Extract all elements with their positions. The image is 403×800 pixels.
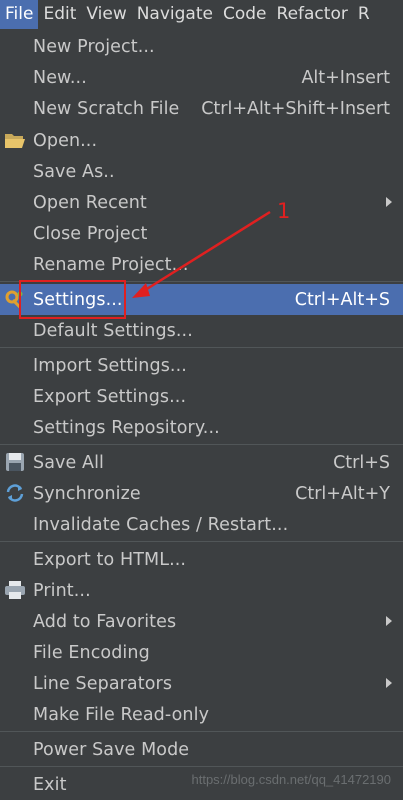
menu-item-export-settings[interactable]: Export Settings... [0,381,403,412]
menu-item-export-to-html[interactable]: Export to HTML... [0,544,403,575]
menu-navigate[interactable]: Navigate [132,0,218,29]
menu-item-rename-project[interactable]: Rename Project... [0,249,403,280]
submenu-arrow-icon [386,678,392,688]
submenu-arrow-icon [386,197,392,207]
submenu-arrow-icon [386,616,392,626]
watermark-text: https://blog.csdn.net/qq_41472190 [191,772,392,787]
synchronize-icon [4,483,26,503]
menu-item-label: Line Separators [33,673,173,694]
menu-item-label: Export to HTML... [33,549,187,570]
menu-item-label: New Project... [33,36,155,57]
menu-item-label: Synchronize [33,483,141,504]
menu-run[interactable]: R [353,0,375,29]
menu-separator [0,731,403,732]
save-disk-icon [4,452,26,472]
menu-item-label: Power Save Mode [33,739,190,760]
menu-edit[interactable]: Edit [38,0,81,29]
menu-item-make-read-only[interactable]: Make File Read-only [0,699,403,730]
menu-file[interactable]: File [0,0,39,29]
menu-item-label: Invalidate Caches / Restart... [33,514,289,535]
menu-item-label: Open Recent [33,192,147,213]
menu-item-label: Import Settings... [33,355,187,376]
menu-item-save-all[interactable]: Save All Ctrl+S [0,447,403,478]
shortcut-label: Ctrl+Alt+Y [295,483,390,504]
menu-item-new-project[interactable]: New Project... [0,31,403,62]
menu-code[interactable]: Code [218,0,272,29]
menu-item-label: Open... [33,130,98,151]
menu-item-label: Close Project [33,223,148,244]
annotation-number: 1 [277,199,291,223]
menu-view[interactable]: View [81,0,131,29]
menu-item-label: Add to Favorites [33,611,177,632]
menu-item-invalidate-caches[interactable]: Invalidate Caches / Restart... [0,509,403,540]
menu-separator [0,444,403,445]
menu-item-power-save-mode[interactable]: Power Save Mode [0,734,403,765]
menu-item-file-encoding[interactable]: File Encoding [0,637,403,668]
menu-item-label: Exit [33,774,67,795]
menu-item-label: New... [33,67,87,88]
menu-item-label: Export Settings... [33,386,187,407]
menu-item-open[interactable]: Open... [0,125,403,156]
menu-item-label: Default Settings... [33,320,193,341]
menu-separator [0,541,403,542]
menu-item-open-recent[interactable]: Open Recent [0,187,403,218]
menu-item-label: Make File Read-only [33,704,210,725]
printer-icon [4,580,26,600]
menu-item-import-settings[interactable]: Import Settings... [0,350,403,381]
menu-item-label: Settings Repository... [33,417,220,438]
menu-item-label: Save As.. [33,161,115,182]
menu-separator [0,766,403,767]
shortcut-label: Alt+Insert [301,67,390,88]
menu-item-close-project[interactable]: Close Project [0,218,403,249]
shortcut-label: Ctrl+S [333,452,390,473]
menu-item-label: Rename Project... [33,254,189,275]
menu-item-label: Print... [33,580,91,601]
shortcut-label: Ctrl+Alt+Shift+Insert [201,98,390,119]
menu-item-label: New Scratch File [33,98,180,119]
menu-item-label: File Encoding [33,642,150,663]
menu-item-default-settings[interactable]: Default Settings... [0,315,403,346]
menu-item-label: Save All [33,452,105,473]
menu-separator [0,347,403,348]
menu-item-synchronize[interactable]: Synchronize Ctrl+Alt+Y [0,478,403,509]
folder-open-icon [4,130,26,150]
annotation-highlight-box [19,280,126,319]
menu-item-settings-repository[interactable]: Settings Repository... [0,412,403,443]
menu-bar: File Edit View Navigate Code Refactor R [0,0,403,29]
shortcut-label: Ctrl+Alt+S [294,289,390,310]
menu-item-print[interactable]: Print... [0,575,403,606]
file-menu-dropdown: New Project... New... Alt+Insert New Scr… [0,29,403,799]
menu-item-new[interactable]: New... Alt+Insert [0,62,403,93]
menu-refactor[interactable]: Refactor [272,0,353,29]
menu-item-save-as[interactable]: Save As.. [0,156,403,187]
menu-item-new-scratch-file[interactable]: New Scratch File Ctrl+Alt+Shift+Insert [0,93,403,124]
menu-item-line-separators[interactable]: Line Separators [0,668,403,699]
menu-item-add-to-favorites[interactable]: Add to Favorites [0,606,403,637]
